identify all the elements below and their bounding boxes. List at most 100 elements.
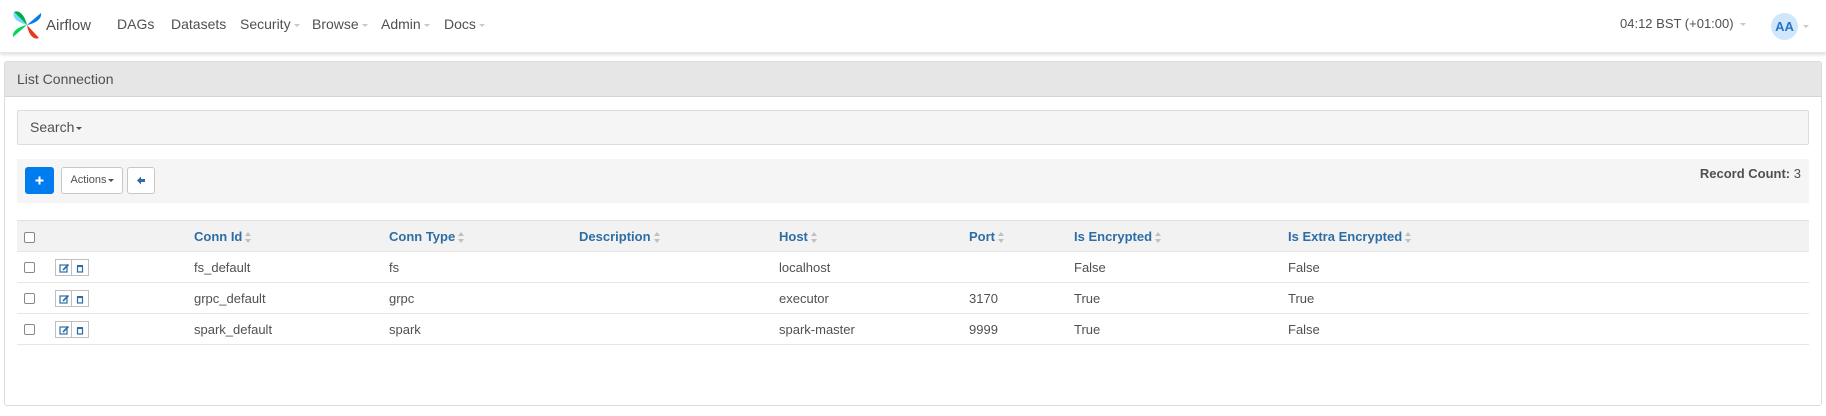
row-actions <box>54 258 89 276</box>
brand-name: Airflow <box>46 16 92 34</box>
chevron-down-icon <box>293 23 300 27</box>
record-count: Record Count: 3 <box>1700 166 1801 181</box>
table-header-row: Conn Id Conn Type Description Host Port … <box>17 220 1809 252</box>
select-all-cell <box>17 220 194 252</box>
edit-button[interactable] <box>54 320 72 338</box>
sort-icon <box>998 231 1004 243</box>
cell-conn-id: grpc_default <box>194 282 389 314</box>
cell-port: 9999 <box>969 313 1074 345</box>
column-label: Is Extra Encrypted <box>1288 228 1403 244</box>
sort-icon <box>1405 231 1412 243</box>
delete-button[interactable] <box>71 258 89 276</box>
cell-is-extra-encrypted: True <box>1288 282 1809 314</box>
nav-admin-label: Admin <box>381 16 421 32</box>
edit-button[interactable] <box>54 258 72 276</box>
sort-icon <box>653 231 660 243</box>
edit-icon <box>59 325 69 335</box>
nav-dags-label: DAGs <box>117 16 155 32</box>
search-toggle[interactable]: Search <box>17 110 1809 145</box>
delete-button[interactable] <box>71 289 89 307</box>
chevron-down-icon <box>423 23 430 27</box>
column-header[interactable]: Port <box>969 220 1074 252</box>
plus-icon <box>35 176 44 185</box>
nav-browse[interactable]: Browse <box>312 16 368 32</box>
column-header[interactable]: Is Encrypted <box>1074 220 1288 252</box>
column-header[interactable]: Conn Type <box>389 220 579 252</box>
nav-dags[interactable]: DAGs <box>117 16 154 32</box>
trash-icon <box>76 295 83 304</box>
select-all-checkbox[interactable] <box>24 231 35 243</box>
arrow-left-icon <box>137 176 145 185</box>
nav-datasets[interactable]: Datasets <box>171 16 226 32</box>
cell-host: localhost <box>779 251 969 283</box>
cell-conn-type: fs <box>389 251 579 283</box>
brand-link[interactable]: Airflow <box>10 3 91 47</box>
sort-icon <box>458 231 465 243</box>
row-checkbox[interactable] <box>24 323 35 335</box>
edit-icon <box>59 294 69 304</box>
row-controls <box>17 282 194 314</box>
nav-docs-label: Docs <box>444 16 476 32</box>
table-row: fs_default fs localhost False False <box>17 251 1809 283</box>
chevron-down-icon <box>361 23 368 27</box>
row-actions <box>54 320 89 338</box>
row-checkbox[interactable] <box>24 292 35 304</box>
cell-port: 3170 <box>969 282 1074 314</box>
column-label: Description <box>579 228 651 244</box>
cell-is-encrypted: False <box>1074 251 1288 283</box>
column-label: Is Encrypted <box>1074 228 1153 244</box>
connections-table: Conn Id Conn Type Description Host Port … <box>17 220 1809 345</box>
row-controls <box>17 313 194 345</box>
search-label: Search <box>30 119 75 135</box>
back-button[interactable] <box>127 167 155 194</box>
chevron-down-icon <box>107 178 114 182</box>
cell-host: executor <box>779 282 969 314</box>
column-header[interactable]: Description <box>579 220 779 252</box>
airflow-logo-icon <box>12 11 42 39</box>
trash-icon <box>76 326 83 335</box>
table-row: grpc_default grpc executor 3170 True Tru… <box>17 282 1809 314</box>
delete-button[interactable] <box>71 320 89 338</box>
row-actions <box>54 289 89 307</box>
cell-is-encrypted: True <box>1074 282 1288 314</box>
row-controls <box>17 251 194 283</box>
add-connection-button[interactable] <box>25 167 54 194</box>
cell-is-extra-encrypted: False <box>1288 251 1809 283</box>
cell-conn-type: spark <box>389 313 579 345</box>
trash-icon <box>76 264 83 273</box>
cell-description <box>579 251 779 283</box>
column-header[interactable]: Conn Id <box>194 220 389 252</box>
chevron-down-icon[interactable] <box>1803 25 1809 28</box>
chevron-down-icon <box>76 126 83 130</box>
column-header[interactable]: Is Extra Encrypted <box>1288 220 1809 252</box>
user-avatar[interactable]: AA <box>1771 13 1798 40</box>
actions-dropdown-button[interactable]: Actions <box>61 167 123 194</box>
cell-is-encrypted: True <box>1074 313 1288 345</box>
edit-button[interactable] <box>54 289 72 307</box>
nav-datasets-label: Datasets <box>171 16 227 32</box>
nav-docs[interactable]: Docs <box>444 16 485 32</box>
cell-conn-id: spark_default <box>194 313 389 345</box>
cell-is-extra-encrypted: False <box>1288 313 1809 345</box>
cell-description <box>579 313 779 345</box>
cell-description <box>579 282 779 314</box>
cell-port <box>969 251 1074 283</box>
column-label: Port <box>969 228 995 244</box>
nav-browse-label: Browse <box>312 16 359 32</box>
sort-icon <box>810 231 817 243</box>
cell-conn-type: grpc <box>389 282 579 314</box>
actions-label: Actions <box>70 174 107 186</box>
top-navbar: Airflow DAGs Datasets Security Browse Ad… <box>0 0 1826 53</box>
clock-text: 04:12 BST (+01:00) <box>1620 16 1734 31</box>
cell-conn-id: fs_default <box>194 251 389 283</box>
edit-icon <box>59 263 69 273</box>
row-checkbox[interactable] <box>24 261 35 273</box>
list-connection-panel: List Connection Search Actions Record Co… <box>4 61 1822 406</box>
cell-host: spark-master <box>779 313 969 345</box>
nav-admin[interactable]: Admin <box>381 16 430 32</box>
column-header[interactable]: Host <box>779 220 969 252</box>
sort-icon <box>1155 231 1162 243</box>
nav-security[interactable]: Security <box>240 16 300 32</box>
list-toolbar: Actions Record Count: 3 <box>17 159 1809 203</box>
timezone-clock[interactable]: 04:12 BST (+01:00) <box>1620 16 1746 31</box>
